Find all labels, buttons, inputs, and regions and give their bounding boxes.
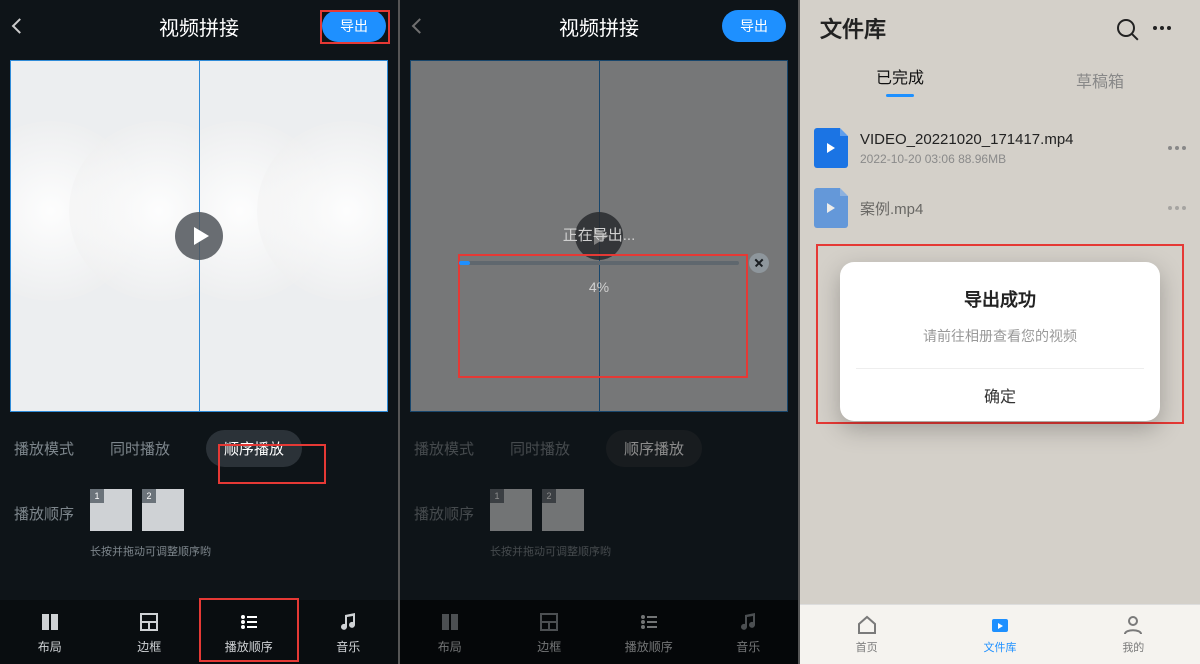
video-file-icon <box>814 128 848 168</box>
nav-music[interactable]: 音乐 <box>299 600 399 664</box>
screen-library: 文件库 已完成 草稿箱 VIDEO_20221020_171417.mp4 20… <box>800 0 1200 664</box>
nav-border: 边框 <box>500 600 600 664</box>
nav-border[interactable]: 边框 <box>100 600 200 664</box>
nav-play-order[interactable]: 播放顺序 <box>199 600 299 664</box>
file-info: 案例.mp4 <box>860 198 1156 219</box>
tab-bar: 首页 文件库 我的 <box>800 604 1200 664</box>
export-button[interactable]: 导出 <box>722 10 786 42</box>
back-button[interactable] <box>414 21 425 32</box>
layout-icon <box>438 610 462 634</box>
search-icon <box>1117 19 1135 37</box>
nav-music: 音乐 <box>699 600 799 664</box>
drag-hint: 长按并拖动可调整顺序哟 <box>90 543 211 559</box>
tab-profile[interactable]: 我的 <box>1067 605 1200 664</box>
export-button[interactable]: 导出 <box>322 10 386 42</box>
play-icon <box>194 227 209 245</box>
nav-layout[interactable]: 布局 <box>0 600 100 664</box>
play-order-row: 播放顺序 1 2 长按并拖动可调整顺序哟 <box>0 467 398 559</box>
play-order-label: 播放顺序 <box>414 489 474 524</box>
preview-slot-2[interactable] <box>200 61 388 411</box>
list-icon <box>637 610 661 634</box>
export-progress: 正在导出... 4% <box>459 224 739 295</box>
file-item[interactable]: VIDEO_20221020_171417.mp4 2022-10-20 03:… <box>808 118 1192 178</box>
music-icon <box>336 610 360 634</box>
header: 视频拼接 导出 <box>400 0 798 52</box>
library-icon <box>989 614 1011 636</box>
tabs: 已完成 草稿箱 <box>800 56 1200 104</box>
tab-draft[interactable]: 草稿箱 <box>1000 56 1200 104</box>
order-thumb-2[interactable]: 2 <box>142 489 184 531</box>
play-order-row: 播放顺序 1 2 长按并拖动可调整顺序哟 <box>400 467 798 559</box>
order-thumb-1[interactable]: 1 <box>90 489 132 531</box>
progress-label: 正在导出... <box>459 224 739 245</box>
dialog-message: 请前往相册查看您的视频 <box>856 326 1144 346</box>
page-title: 视频拼接 <box>559 12 639 41</box>
preview-slot-1[interactable] <box>11 61 200 411</box>
dialog-title: 导出成功 <box>856 286 1144 312</box>
layout-icon <box>38 610 62 634</box>
file-list: VIDEO_20221020_171417.mp4 2022-10-20 03:… <box>800 104 1200 252</box>
progress-percent: 4% <box>459 279 739 295</box>
list-icon <box>237 610 261 634</box>
mode-sync-button: 同时播放 <box>492 430 588 467</box>
play-mode-label: 播放模式 <box>14 438 74 459</box>
file-more-button[interactable] <box>1168 146 1186 150</box>
play-mode-row: 播放模式 同时播放 顺序播放 <box>400 412 798 467</box>
bottom-nav: 布局 边框 播放顺序 音乐 <box>400 600 798 664</box>
mode-seq-button: 顺序播放 <box>606 430 702 467</box>
search-button[interactable] <box>1108 19 1144 37</box>
file-info: VIDEO_20221020_171417.mp4 2022-10-20 03:… <box>860 131 1156 166</box>
play-mode-row: 播放模式 同时播放 顺序播放 <box>0 412 398 467</box>
progress-fill <box>459 261 470 265</box>
drag-hint: 长按并拖动可调整顺序哟 <box>490 543 611 559</box>
back-button[interactable] <box>14 21 25 32</box>
play-mode-label: 播放模式 <box>414 438 474 459</box>
music-icon <box>736 610 760 634</box>
dialog-ok-button[interactable]: 确定 <box>856 368 1144 421</box>
chevron-left-icon <box>12 18 28 34</box>
more-icon <box>1153 26 1171 30</box>
progress-bar <box>459 261 739 265</box>
export-success-dialog: 导出成功 请前往相册查看您的视频 确定 <box>840 262 1160 421</box>
order-thumb-1: 1 <box>490 489 532 531</box>
file-name: VIDEO_20221020_171417.mp4 <box>860 131 1156 148</box>
cancel-export-button[interactable] <box>749 253 769 273</box>
bottom-nav: 布局 边框 播放顺序 音乐 <box>0 600 398 664</box>
order-thumb-2: 2 <box>542 489 584 531</box>
video-file-icon <box>814 188 848 228</box>
mode-sync-button[interactable]: 同时播放 <box>92 430 188 467</box>
order-thumbs: 1 2 长按并拖动可调整顺序哟 <box>490 489 611 559</box>
file-more-button[interactable] <box>1168 206 1186 210</box>
tab-done[interactable]: 已完成 <box>800 56 1000 104</box>
play-order-label: 播放顺序 <box>14 489 74 524</box>
tab-library[interactable]: 文件库 <box>933 605 1066 664</box>
play-button[interactable] <box>175 212 223 260</box>
order-thumbs: 1 2 长按并拖动可调整顺序哟 <box>90 489 211 559</box>
header: 文件库 <box>800 0 1200 56</box>
nav-layout: 布局 <box>400 600 500 664</box>
menu-button[interactable] <box>1144 26 1180 30</box>
profile-icon <box>1122 614 1144 636</box>
screen-exporting: 视频拼接 导出 播放模式 同时播放 顺序播放 播放顺序 1 2 长按并拖动可调整… <box>400 0 798 664</box>
mode-seq-button[interactable]: 顺序播放 <box>206 430 302 467</box>
border-icon <box>537 610 561 634</box>
page-title: 视频拼接 <box>159 12 239 41</box>
screen-editor: 视频拼接 导出 播放模式 同时播放 顺序播放 播放顺序 1 2 长按并拖动可调整… <box>0 0 398 664</box>
file-meta: 2022-10-20 03:06 88.96MB <box>860 152 1156 166</box>
tab-home[interactable]: 首页 <box>800 605 933 664</box>
video-preview <box>10 60 388 412</box>
chevron-left-icon <box>412 18 428 34</box>
home-icon <box>856 614 878 636</box>
header: 视频拼接 导出 <box>0 0 398 52</box>
nav-play-order: 播放顺序 <box>599 600 699 664</box>
file-item[interactable]: 案例.mp4 <box>808 178 1192 238</box>
page-title: 文件库 <box>820 12 1108 44</box>
file-name: 案例.mp4 <box>860 198 1156 219</box>
border-icon <box>137 610 161 634</box>
